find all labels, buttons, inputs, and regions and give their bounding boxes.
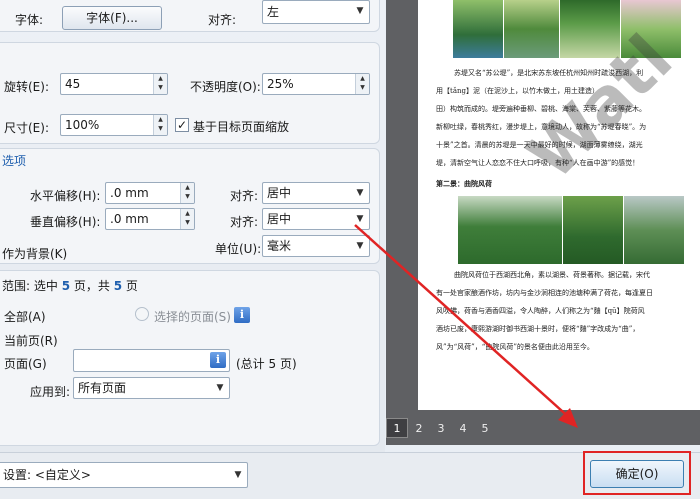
para2-line: 酒坊已废，康熙游湖时御书西湖十景时，便将“麯”字改成为“曲”，	[436, 325, 640, 333]
opacity-input[interactable]: 25% ▲ ▼	[262, 73, 370, 95]
rotate-label: 旋转(E):	[4, 80, 49, 94]
chevron-down-icon: ▼	[234, 470, 242, 480]
h-offset-value: .0 mm	[110, 186, 149, 200]
apply-to-dropdown[interactable]: 所有页面 ▼	[73, 377, 230, 399]
font-label: 字体:	[15, 13, 44, 27]
bottom-bar: 设置: <自定义> ▼ 确定(O)	[0, 451, 700, 499]
size-value: 100%	[65, 118, 100, 132]
page-tab-1[interactable]: 1	[386, 418, 408, 438]
para2-line: 风吹拂，荷香与酒香四溢，令人陶醉，人们称之为“麯【qū】院荷风	[436, 307, 645, 315]
ok-button[interactable]: 确定(O)	[590, 460, 684, 488]
v-align-value: 居中	[267, 212, 292, 226]
rotate-value: 45	[65, 77, 81, 91]
section-heading: 第二景：曲院风荷	[436, 179, 492, 188]
rotate-input[interactable]: 45 ▲ ▼	[60, 73, 168, 95]
page-range-group: 范围: 选中 5 页，共 5 页 全部(A) 选择的页面(S) i 当前页(R)…	[0, 270, 380, 446]
settings-value: 设置: <自定义>	[3, 468, 91, 482]
position-group: 选项 水平偏移(H): .0 mm ▲ ▼ 对齐: 居中 ▼ 垂直偏移(H): .…	[0, 148, 380, 264]
range-title: 范围: 选中 5 页，共 5 页	[2, 279, 138, 293]
unit-label: 单位(U):	[215, 242, 262, 256]
preview-panel: 苏堤又名“苏公堤”，是北宋苏东坡任杭州知州时疏浚西湖，利 用【tǎng】泥（在泥…	[386, 0, 700, 445]
settings-dropdown[interactable]: 设置: <自定义> ▼	[0, 462, 248, 488]
h-offset-input[interactable]: .0 mm ▲ ▼	[105, 182, 195, 204]
spinner-icon[interactable]: ▲ ▼	[355, 74, 369, 94]
scale-checkbox-label: 基于目标页面缩放	[193, 120, 290, 134]
all-pages-radio[interactable]: 全部(A)	[4, 308, 46, 325]
v-align-dropdown[interactable]: 居中 ▼	[262, 208, 370, 230]
page-tab-5[interactable]: 5	[474, 419, 496, 439]
opacity-label: 不透明度(O):	[190, 80, 261, 94]
unit-dropdown[interactable]: 毫米 ▼	[262, 235, 370, 257]
pages-total-label: (总计 5 页)	[236, 357, 297, 371]
chevron-down-icon: ▼	[356, 241, 364, 251]
v-offset-value: .0 mm	[110, 212, 149, 226]
font-group: 字体: 字体(F)... 对齐: 左 ▼	[0, 0, 380, 32]
h-align-label: 对齐:	[230, 189, 259, 203]
chevron-down-icon: ▼	[356, 188, 364, 198]
v-offset-input[interactable]: .0 mm ▲ ▼	[105, 208, 195, 230]
range-selected-count: 5	[61, 279, 71, 293]
photo-pavilion	[624, 196, 684, 264]
info-icon[interactable]: i	[234, 307, 250, 323]
spinner-icon[interactable]: ▲ ▼	[153, 115, 167, 135]
font-button[interactable]: 字体(F)...	[62, 6, 162, 30]
size-input[interactable]: 100% ▲ ▼	[60, 114, 168, 136]
opacity-value: 25%	[267, 77, 294, 91]
scale-checkbox[interactable]: ✓	[175, 118, 189, 132]
para2-line: 有一处官家酿酒作坊，坊内与金沙涧相连的池塘种满了荷花，每逢夏日	[436, 289, 653, 297]
h-align-value: 居中	[267, 186, 292, 200]
photo-lake	[504, 0, 559, 58]
chevron-down-icon: ▼	[356, 6, 364, 16]
background-checkbox-label[interactable]: 作为背景(K)	[2, 245, 67, 262]
para2-line: 风”为“风荷”，“曲院风荷”的景名便由此沿用至今。	[436, 343, 594, 351]
align-value: 左	[267, 5, 280, 19]
unit-value: 毫米	[267, 239, 292, 253]
h-align-dropdown[interactable]: 居中 ▼	[262, 182, 370, 204]
appearance-group: 旋转(E): 45 ▲ ▼ 不透明度(O): 25% ▲ ▼ 尺寸(E): 100%…	[0, 42, 380, 144]
align-label: 对齐:	[208, 13, 237, 27]
page-tab-3[interactable]: 3	[430, 419, 452, 439]
preview-page: 苏堤又名“苏公堤”，是北宋苏东坡任杭州知州时疏浚西湖，利 用【tǎng】泥（在泥…	[418, 0, 700, 410]
selected-pages-label: 选择的页面(S)	[154, 310, 231, 324]
h-offset-label: 水平偏移(H):	[30, 189, 101, 203]
apply-to-value: 所有页面	[78, 381, 127, 395]
spinner-icon[interactable]: ▲ ▼	[153, 74, 167, 94]
chevron-down-icon: ▼	[216, 383, 224, 393]
photo-willow	[453, 0, 503, 58]
apply-to-label: 应用到:	[30, 385, 71, 399]
size-label: 尺寸(E):	[4, 121, 49, 135]
watermark-settings-panel: 字体: 字体(F)... 对齐: 左 ▼ 旋转(E): 45 ▲ ▼ 不透明度(O…	[0, 0, 385, 452]
page-navigator: 12345	[386, 418, 496, 440]
page-tab-4[interactable]: 4	[452, 419, 474, 439]
position-section-title: 选项	[2, 154, 27, 168]
v-align-label: 对齐:	[230, 215, 259, 229]
photo-lotus	[563, 196, 623, 264]
spinner-icon[interactable]: ▲ ▼	[180, 183, 194, 203]
photo-lotus-pond	[458, 196, 562, 264]
range-total-count: 5	[113, 279, 123, 293]
spinner-icon[interactable]: ▲ ▼	[180, 209, 194, 229]
selected-pages-radio[interactable]	[135, 307, 149, 321]
align-dropdown[interactable]: 左 ▼	[262, 0, 370, 24]
current-page-radio[interactable]: 当前页(R)	[4, 332, 58, 349]
para2-line: 曲院风荷位于西湖西北角，素以湖景、荷景著称。据记载，宋代	[454, 271, 650, 279]
page-tab-2[interactable]: 2	[408, 419, 430, 439]
pages-radio[interactable]: 页面(G)	[4, 355, 47, 372]
chevron-down-icon: ▼	[356, 214, 364, 224]
info-icon[interactable]: i	[210, 352, 226, 368]
pages-input[interactable]: i	[73, 349, 230, 372]
v-offset-label: 垂直偏移(H):	[30, 215, 101, 229]
